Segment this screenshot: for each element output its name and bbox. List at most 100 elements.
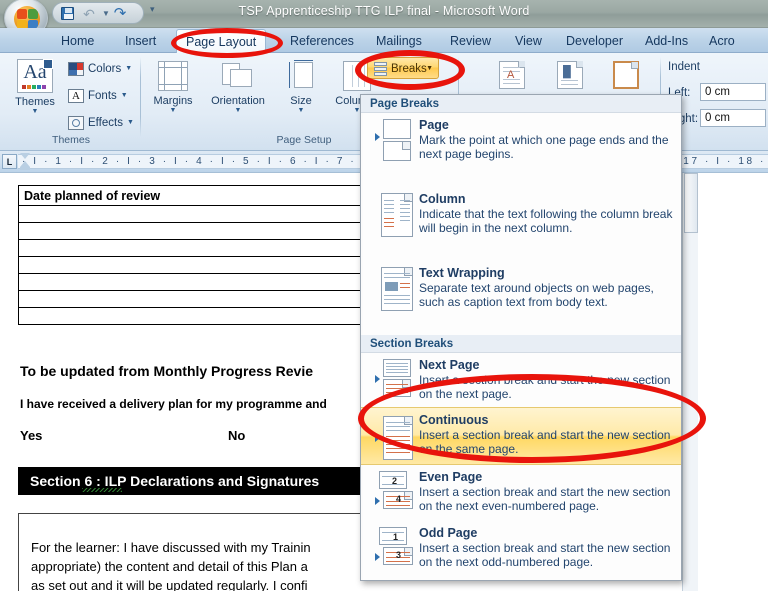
size-icon	[288, 60, 314, 91]
document-paragraph: I have received a delivery plan for my p…	[20, 397, 327, 411]
themes-button-label: Themes	[15, 96, 55, 108]
tab-add-ins[interactable]: Add-Ins	[636, 29, 697, 53]
menu-item-even-page-title: Even Page	[419, 470, 483, 484]
size-caret-icon[interactable]: ▼	[278, 107, 324, 115]
themes-button[interactable]: Aa Themes ▼	[8, 59, 62, 116]
menu-section-header-page-breaks: Page Breaks	[361, 95, 681, 113]
tab-acrobat[interactable]: Acro	[700, 29, 744, 53]
ruler-ticks-left: · I · 1 · I · 2 · I · 3 · I · 4 · I · 5 …	[22, 156, 392, 167]
menu-item-odd-page[interactable]: 1 3 Odd Page Insert a section break and …	[361, 521, 681, 577]
breaks-icon	[372, 62, 387, 76]
menu-item-next-page[interactable]: Next Page Insert a section break and sta…	[361, 353, 681, 407]
word-application-window: ↶ ▼ ↷ ▾ TSP Apprenticeship TTG ILP final…	[0, 0, 768, 591]
theme-effects-icon	[68, 116, 84, 130]
tab-review[interactable]: Review	[441, 29, 500, 53]
ribbon-group-themes: Aa Themes ▼ Colors ▼ A Fonts ▼ Effects ▼…	[2, 55, 140, 147]
theme-fonts-label: Fonts	[88, 90, 117, 102]
table-header-date-planned: Date planned of review	[17, 185, 409, 206]
vertical-scrollbar[interactable]	[682, 173, 698, 591]
page-color-button[interactable]: █	[550, 61, 590, 89]
tab-view[interactable]: View	[506, 29, 551, 53]
tab-references[interactable]: References	[281, 29, 363, 53]
menu-item-odd-page-desc: Insert a section break and start the new…	[419, 541, 671, 569]
menu-item-odd-page-title: Odd Page	[419, 526, 478, 540]
tab-page-layout[interactable]: Page Layout	[176, 29, 267, 53]
menu-item-column[interactable]: Column Indicate that the text following …	[361, 187, 681, 261]
column-break-icon	[373, 193, 413, 237]
menu-item-column-title: Column	[419, 192, 466, 206]
orientation-caret-icon[interactable]: ▼	[202, 107, 274, 115]
group-divider	[140, 57, 141, 137]
even-page-number-4: 4	[396, 494, 402, 504]
table-cell[interactable]	[17, 222, 409, 240]
theme-effects-button[interactable]: Effects ▼	[68, 116, 134, 130]
table-cell[interactable]	[17, 239, 409, 257]
page-borders-button[interactable]	[606, 61, 646, 89]
even-page-break-icon: 2 4	[373, 471, 413, 509]
theme-colors-caret-icon[interactable]: ▼	[125, 65, 132, 73]
next-page-break-icon	[373, 359, 411, 397]
theme-colors-icon	[68, 62, 84, 76]
themes-group-label: Themes	[52, 134, 90, 146]
theme-fonts-caret-icon[interactable]: ▼	[121, 92, 128, 100]
odd-page-number-1: 1	[393, 532, 399, 542]
scrollbar-thumb[interactable]	[684, 173, 698, 233]
breaks-button[interactable]: Breaks ▼	[367, 57, 439, 79]
menu-item-text-wrapping-desc: Separate text around objects on web page…	[419, 281, 654, 309]
menu-section-header-section-breaks: Section Breaks	[361, 335, 681, 353]
table-cell[interactable]	[17, 273, 409, 291]
menu-item-continuous[interactable]: Continuous Insert a section break and st…	[361, 407, 681, 465]
themes-caret-icon[interactable]: ▼	[8, 108, 62, 116]
theme-effects-caret-icon[interactable]: ▼	[127, 119, 134, 127]
table-cell[interactable]	[17, 307, 409, 325]
breaks-caret-icon[interactable]: ▼	[426, 58, 433, 80]
document-heading: To be updated from Monthly Progress Revi…	[20, 363, 314, 379]
watermark-button[interactable]: A	[492, 61, 532, 89]
tab-mailings[interactable]: Mailings	[367, 29, 431, 53]
orientation-button[interactable]: Orientation ▼	[202, 61, 274, 115]
menu-item-page-title: Page	[419, 118, 449, 132]
page-break-icon	[373, 119, 411, 161]
theme-fonts-button[interactable]: A Fonts ▼	[68, 89, 128, 103]
tab-stop-selector[interactable]: L	[2, 154, 17, 169]
menu-item-column-desc: Indicate that the text following the col…	[419, 207, 673, 235]
size-label: Size	[290, 95, 312, 107]
margins-button[interactable]: Margins ▼	[146, 61, 200, 115]
margins-icon	[158, 61, 188, 91]
table-cell[interactable]	[17, 290, 409, 308]
declaration-box: For the learner: I have discussed with m…	[18, 513, 378, 591]
menu-item-next-page-desc: Insert a section break and start the new…	[419, 373, 671, 401]
margins-caret-icon[interactable]: ▼	[146, 107, 200, 115]
indent-right-input[interactable]: 0 cm	[700, 109, 766, 127]
table-cell[interactable]	[17, 205, 409, 223]
menu-item-text-wrapping[interactable]: Text Wrapping Separate text around objec…	[361, 261, 681, 335]
declaration-line-2: appropriate) the content and detail of t…	[31, 559, 308, 574]
table-cell[interactable]	[17, 256, 409, 274]
size-button[interactable]: Size ▼	[278, 60, 324, 115]
menu-item-text-wrapping-title: Text Wrapping	[419, 266, 505, 280]
spelling-squiggle-icon	[82, 488, 122, 492]
menu-item-next-page-title: Next Page	[419, 358, 480, 372]
document-option-no: No	[228, 428, 246, 443]
document-right-gutter	[698, 173, 768, 591]
breaks-button-label: Breaks	[391, 63, 427, 75]
tab-home[interactable]: Home	[52, 29, 103, 53]
menu-item-page[interactable]: Page Mark the point at which one page en…	[361, 113, 681, 187]
breaks-dropdown-menu[interactable]: Page Breaks Page Mark the point at which…	[360, 94, 682, 581]
tab-developer[interactable]: Developer	[557, 29, 632, 53]
declaration-line-3: as set out and it will be updated regula…	[31, 578, 308, 591]
continuous-break-icon	[373, 416, 413, 460]
margins-label: Margins	[153, 95, 193, 107]
theme-effects-label: Effects	[88, 117, 123, 129]
orientation-label: Orientation	[211, 95, 265, 107]
text-wrapping-break-icon	[373, 267, 413, 311]
tab-insert[interactable]: Insert	[116, 29, 165, 53]
ribbon-tab-bar: Home Insert Page Layout References Maili…	[0, 28, 768, 53]
even-page-number-2: 2	[392, 476, 398, 486]
page-color-icon: █	[557, 61, 583, 89]
document-section-heading: Section 6 : ILP Declarations and Signatu…	[18, 467, 378, 495]
theme-colors-button[interactable]: Colors ▼	[68, 62, 132, 76]
indent-left-input[interactable]: 0 cm	[700, 83, 766, 101]
themes-icon: Aa	[17, 59, 53, 93]
menu-item-even-page[interactable]: 2 4 Even Page Insert a section break and…	[361, 465, 681, 521]
